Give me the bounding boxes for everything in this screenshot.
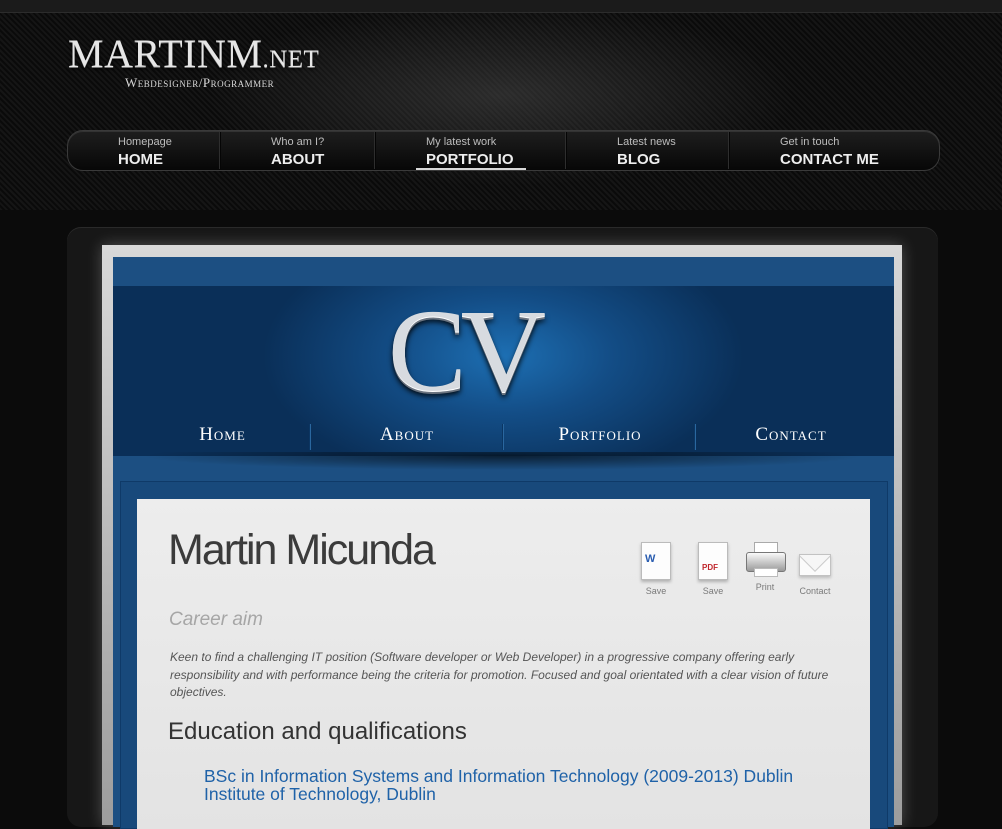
cv-nav-about[interactable]: About — [313, 424, 501, 452]
nav-item-blog[interactable]: Latest news BLOG — [567, 131, 728, 170]
save-word-label: Save — [645, 586, 667, 596]
logo-suffix: .NET — [262, 46, 320, 73]
person-name: Martin Micunda — [168, 526, 436, 574]
nav-active-indicator — [416, 168, 526, 170]
cv-nav-contact[interactable]: Contact — [698, 424, 884, 452]
envelope-icon — [799, 554, 831, 576]
education-heading: Education and qualifications — [168, 718, 467, 745]
nav-item-portfolio-caption: My latest work — [426, 136, 497, 148]
nav-item-blog-label: BLOG — [617, 151, 661, 168]
save-pdf-button[interactable]: PDF Save — [688, 542, 738, 596]
cv-logo: CV — [388, 285, 546, 416]
nav-item-portfolio-label: PORTFOLIO — [426, 151, 514, 168]
logo-tagline: Webdesigner/Programmer — [125, 75, 275, 90]
cv-nav-home[interactable]: Home — [140, 424, 305, 452]
save-word-button[interactable]: W Save — [631, 542, 681, 596]
nav-item-contact-label: CONTACT ME — [780, 151, 879, 168]
printer-icon — [746, 542, 786, 577]
top-strip — [0, 0, 1002, 13]
nav-item-contact-caption: Get in touch — [780, 136, 840, 148]
print-label: Print — [755, 582, 775, 592]
cv-banner-shadow — [113, 452, 894, 478]
cv-nav-portfolio[interactable]: Portfolio — [506, 424, 694, 452]
contact-button[interactable]: Contact — [790, 542, 840, 596]
nav-item-portfolio[interactable]: My latest work PORTFOLIO — [376, 131, 565, 170]
save-pdf-label: Save — [702, 586, 724, 596]
pdf-document-icon: PDF — [698, 542, 728, 580]
nav-item-home-label: HOME — [118, 151, 163, 168]
education-item[interactable]: BSc in Information Systems and Informati… — [204, 767, 854, 803]
logo-main-text: MARTINM — [68, 31, 263, 76]
main-navigation: Homepage HOME Who am I? ABOUT My latest … — [67, 130, 940, 171]
nav-item-about[interactable]: Who am I? ABOUT — [221, 131, 374, 170]
nav-item-home[interactable]: Homepage HOME — [68, 131, 219, 170]
career-aim-heading: Career aim — [169, 609, 263, 630]
contact-label: Contact — [799, 586, 831, 596]
cv-nav-divider — [309, 424, 311, 450]
nav-item-about-caption: Who am I? — [271, 136, 325, 148]
nav-item-contact[interactable]: Get in touch CONTACT ME — [730, 131, 937, 170]
cv-nav-divider — [694, 424, 696, 450]
print-button[interactable]: Print — [740, 542, 790, 592]
cv-nav-divider — [502, 424, 504, 450]
nav-item-home-caption: Homepage — [118, 136, 172, 148]
nav-item-blog-caption: Latest news — [617, 136, 676, 148]
nav-item-about-label: ABOUT — [271, 151, 325, 168]
word-document-icon: W — [641, 542, 671, 580]
site-logo[interactable]: MARTINM.NET Webdesigner/Programmer — [68, 31, 320, 91]
career-aim-text: Keen to find a challenging IT position (… — [170, 650, 829, 699]
